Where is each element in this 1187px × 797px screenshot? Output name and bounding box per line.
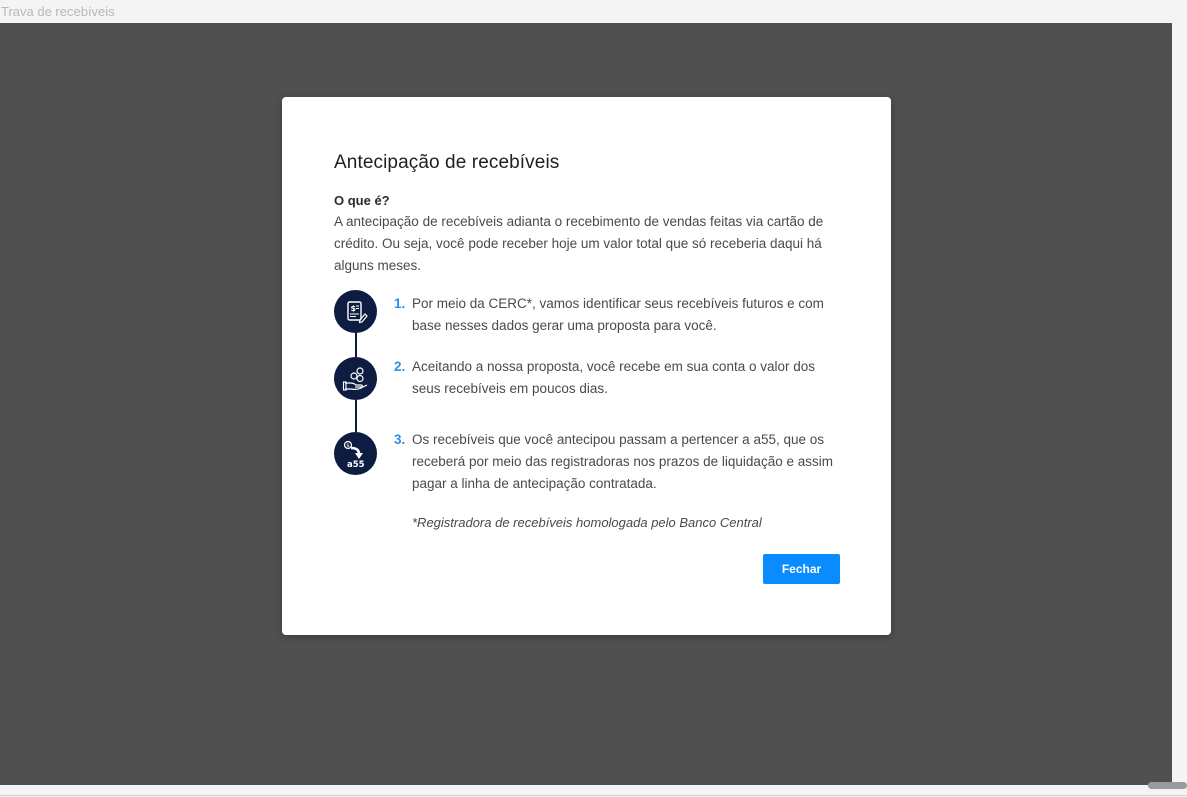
svg-text:$: $ [350,304,356,313]
step-connector [355,400,357,432]
step-number: 1. [394,296,406,311]
receipt-icon: $ [334,290,377,333]
step-text: Os recebíveis que você antecipou passam … [412,432,833,491]
step-item: 2. Aceitando a nossa proposta, você rece… [394,356,834,400]
hand-coins-icon [334,357,377,400]
close-button[interactable]: Fechar [763,554,840,584]
anticipation-modal: Antecipação de recebíveis O que é? A ant… [282,97,891,635]
step-number: 3. [394,432,406,447]
page-title: Trava de recebíveis [1,4,115,19]
footnote: *Registradora de recebíveis homologada p… [412,515,762,530]
step-text: Aceitando a nossa proposta, você recebe … [412,359,815,396]
a55-transfer-icon: $ a55 [334,432,377,475]
modal-title: Antecipação de recebíveis [334,152,560,173]
what-is-heading: O que é? [334,193,390,208]
horizontal-scrollbar-thumb[interactable] [1148,782,1187,789]
step-item: 3. Os recebíveis que você antecipou pass… [394,429,834,495]
intro-text: A antecipação de recebíveis adianta o re… [334,214,824,273]
step-number: 2. [394,359,406,374]
scrollbar-track[interactable] [1172,23,1187,785]
step-item: 1. Por meio da CERC*, vamos identificar … [394,293,834,337]
a55-logo-text: a55 [347,460,365,469]
step-connector [355,333,357,357]
svg-text:$: $ [346,443,350,449]
bottom-divider [0,795,1187,796]
step-text: Por meio da CERC*, vamos identificar seu… [412,296,824,333]
